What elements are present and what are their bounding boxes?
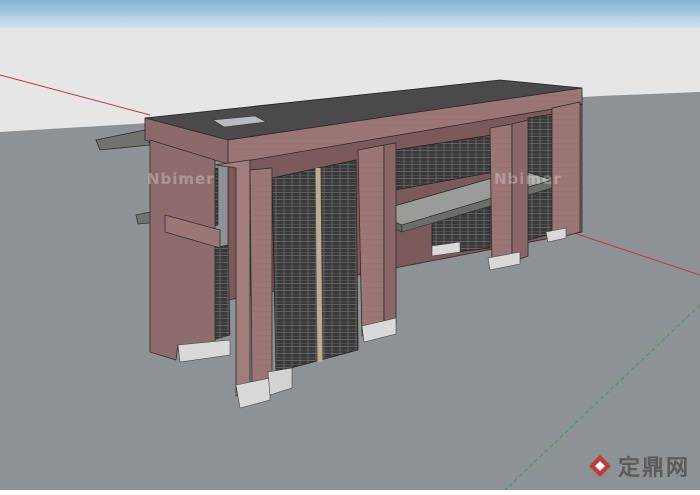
diamond-logo-icon bbox=[588, 455, 611, 477]
brand-name: 定鼎网 bbox=[617, 456, 690, 481]
watermark-right: Nbimer bbox=[494, 170, 562, 188]
sky bbox=[0, 0, 700, 30]
mid-pier-left bbox=[357, 144, 385, 337]
mid-pier-left-b bbox=[383, 142, 397, 331]
gate-model-render bbox=[0, 0, 700, 491]
left-screen-panel bbox=[271, 159, 359, 373]
brand-watermark: 定鼎网 bbox=[587, 450, 690, 482]
right-pier-b bbox=[511, 119, 529, 263]
mid-mullion bbox=[315, 167, 323, 363]
left-pier-front-b bbox=[249, 167, 273, 386]
model-viewport: Nbimer Nbimer 定鼎网 bbox=[0, 0, 700, 491]
watermark-left: Nbimer bbox=[147, 170, 215, 188]
right-pier-a bbox=[489, 123, 513, 269]
